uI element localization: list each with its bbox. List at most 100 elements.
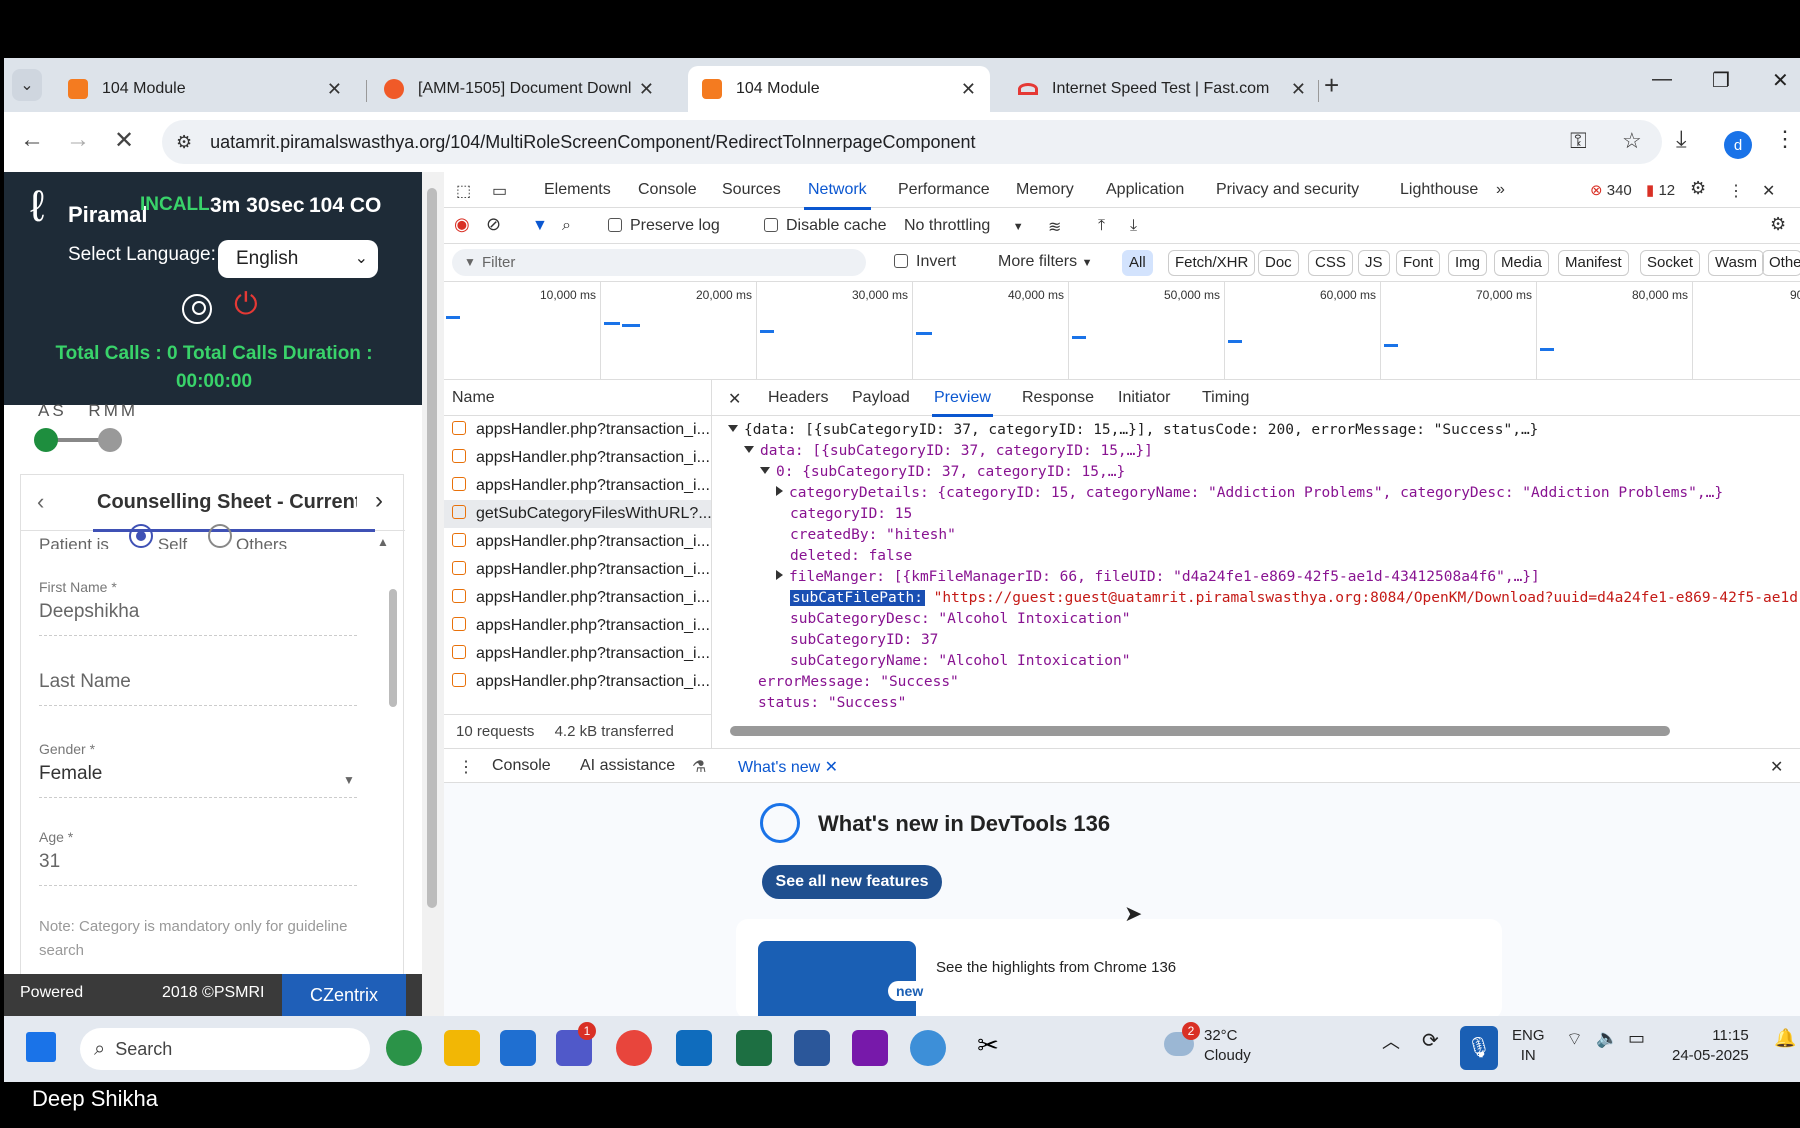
collapse-arrow-icon[interactable] — [728, 425, 738, 432]
radio-others[interactable] — [207, 524, 232, 548]
clock[interactable]: 11:15 24-05-2025 — [1672, 1026, 1749, 1066]
type-filter-doc[interactable]: Doc — [1258, 250, 1299, 276]
horizontal-scrollbar-thumb[interactable] — [730, 726, 1670, 736]
json-category-details-line[interactable]: categoryDetails: {categoryID: 15, catego… — [776, 483, 1723, 504]
request-row[interactable]: appsHandler.php?transaction_i... — [444, 584, 711, 612]
drawer-menu-icon[interactable]: ⋮ — [458, 757, 474, 777]
devtools-close-icon[interactable]: ✕ — [1762, 181, 1775, 201]
type-filter-js[interactable]: JS — [1358, 250, 1390, 276]
chrome-icon[interactable] — [616, 1030, 652, 1066]
drawer-tab-ai-assistance[interactable]: AI assistance — [580, 757, 675, 775]
forward-icon[interactable]: → — [66, 126, 90, 154]
close-icon[interactable]: ✕ — [1291, 79, 1306, 100]
drawer-tab-console[interactable]: Console — [492, 757, 551, 775]
password-key-icon[interactable]: ⚿ — [1570, 128, 1587, 154]
filter-funnel-icon[interactable]: ▼ — [532, 217, 548, 235]
tab-performance[interactable]: Performance — [898, 181, 990, 199]
inspect-element-icon[interactable]: ⬚ — [456, 181, 471, 201]
file-explorer-icon[interactable] — [444, 1030, 480, 1066]
gender-select[interactable]: Gender * Female ▼ — [39, 741, 357, 798]
tab-privacy-security[interactable]: Privacy and security — [1216, 181, 1359, 199]
close-icon[interactable]: ✕ — [639, 79, 654, 100]
maps-icon[interactable] — [910, 1030, 946, 1066]
name-column-header[interactable]: Name — [444, 380, 711, 416]
scroll-up-icon[interactable]: ▲ — [377, 535, 389, 549]
tab-preview[interactable]: Preview — [932, 389, 993, 417]
card-scrollbar-thumb[interactable] — [389, 589, 397, 707]
age-field[interactable]: Age * 31 — [39, 829, 357, 886]
window-close-icon[interactable]: ✕ — [1772, 68, 1789, 93]
more-tabs-icon[interactable]: » — [1496, 181, 1505, 199]
error-count-badge[interactable]: ⊗ 340 — [1590, 181, 1632, 199]
settings-gear-icon[interactable]: ⚙ — [1690, 178, 1706, 199]
highlight-card[interactable]: new See the highlights from Chrome 136 — [736, 919, 1502, 1021]
type-filter-manifest[interactable]: Manifest — [1558, 250, 1629, 276]
sync-icon[interactable]: ⟳ — [1422, 1028, 1439, 1053]
notification-bell-icon[interactable]: 🔔 — [1774, 1028, 1796, 1049]
export-har-icon[interactable]: ⤓ — [1130, 217, 1137, 235]
site-info-icon[interactable]: ⚙ — [176, 132, 192, 153]
filter-input[interactable]: ▼ Filter — [452, 249, 866, 276]
radio-self[interactable] — [129, 524, 154, 548]
clear-icon[interactable]: ⊘ — [486, 214, 501, 235]
store-icon[interactable] — [500, 1030, 536, 1066]
type-filter-img[interactable]: Img — [1448, 250, 1488, 276]
download-icon[interactable]: ⤓ — [1676, 126, 1687, 154]
close-detail-icon[interactable]: ✕ — [728, 389, 741, 409]
word-icon[interactable] — [794, 1030, 830, 1066]
request-row[interactable]: appsHandler.php?transaction_i... — [444, 528, 711, 556]
last-name-field[interactable]: Last Name — [39, 665, 357, 706]
drawer-tab-whats-new[interactable]: What's new ✕ — [733, 757, 843, 786]
see-all-features-button[interactable]: See all new features — [762, 865, 942, 899]
network-settings-icon[interactable]: ⚙ — [1770, 214, 1786, 235]
avatar[interactable]: d — [1724, 131, 1752, 159]
scrollbar-thumb[interactable] — [427, 188, 437, 908]
snipping-tool-icon[interactable]: ✂ — [970, 1030, 1006, 1066]
expand-arrow-icon[interactable] — [776, 486, 783, 496]
drawer-close-icon[interactable]: ✕ — [1770, 757, 1783, 777]
request-row[interactable]: appsHandler.php?transaction_i... — [444, 416, 711, 444]
close-icon[interactable]: ✕ — [327, 79, 342, 100]
type-filter-other[interactable]: Other — [1762, 250, 1800, 276]
new-tab-button[interactable]: + — [1324, 70, 1339, 101]
request-row[interactable]: appsHandler.php?transaction_i... — [444, 444, 711, 472]
tab-memory[interactable]: Memory — [1016, 181, 1074, 199]
stop-loading-icon[interactable]: ✕ — [114, 126, 134, 155]
request-row[interactable]: appsHandler.php?transaction_i... — [444, 472, 711, 500]
invert-checkbox[interactable]: Invert — [894, 253, 956, 271]
request-row[interactable]: appsHandler.php?transaction_i... — [444, 640, 711, 668]
chevron-left-icon[interactable]: ‹ — [37, 489, 44, 515]
type-filter-socket[interactable]: Socket — [1640, 250, 1700, 276]
search-icon[interactable]: ⌕ — [562, 217, 571, 235]
teams-icon[interactable]: 1 — [556, 1022, 596, 1066]
microphone-icon[interactable]: 🎙 — [1460, 1026, 1498, 1070]
language-select[interactable]: English ⌄ — [218, 240, 378, 278]
json-item-line[interactable]: 0: {subCategoryID: 37, categoryID: 15,…} — [760, 462, 1125, 483]
type-filter-css[interactable]: CSS — [1308, 250, 1353, 276]
json-root-line[interactable]: {data: [{subCategoryID: 37, categoryID: … — [728, 420, 1538, 441]
volume-icon[interactable]: 🔈 — [1596, 1028, 1618, 1049]
tab-console[interactable]: Console — [638, 181, 697, 199]
restore-icon[interactable]: ❐ — [1712, 68, 1730, 93]
json-data-line[interactable]: data: [{subCategoryID: 37, categoryID: 1… — [744, 441, 1153, 462]
collapse-arrow-icon[interactable] — [760, 467, 770, 474]
tab-application[interactable]: Application — [1106, 181, 1184, 199]
preserve-log-checkbox[interactable]: Preserve log — [608, 217, 720, 235]
record-icon[interactable]: ◉ — [454, 214, 470, 235]
toggle-knob[interactable] — [98, 428, 122, 452]
browser-menu-icon[interactable]: ⋮ — [1774, 126, 1796, 152]
edge-icon[interactable] — [386, 1030, 422, 1066]
type-filter-fetch[interactable]: Fetch/XHR — [1168, 250, 1256, 276]
request-row-selected[interactable]: getSubCategoryFilesWithURL?... — [444, 500, 711, 528]
back-icon[interactable]: ← — [20, 126, 44, 154]
tab-network[interactable]: Network — [804, 181, 871, 210]
request-row[interactable]: appsHandler.php?transaction_i... — [444, 556, 711, 584]
weather-icon[interactable]: 2 — [1164, 1022, 1200, 1056]
close-icon[interactable]: ✕ — [961, 79, 976, 100]
close-icon[interactable]: ✕ — [825, 759, 838, 776]
browser-tab[interactable]: [AMM-1505] Document Downlo ✕ — [370, 66, 668, 112]
tab-payload[interactable]: Payload — [852, 389, 910, 407]
selected-json-key[interactable]: subCatFilePath: — [790, 590, 925, 606]
throttling-select[interactable]: No throttling ▼ — [904, 217, 1024, 235]
first-name-field[interactable]: First Name * Deepshikha — [39, 579, 357, 636]
